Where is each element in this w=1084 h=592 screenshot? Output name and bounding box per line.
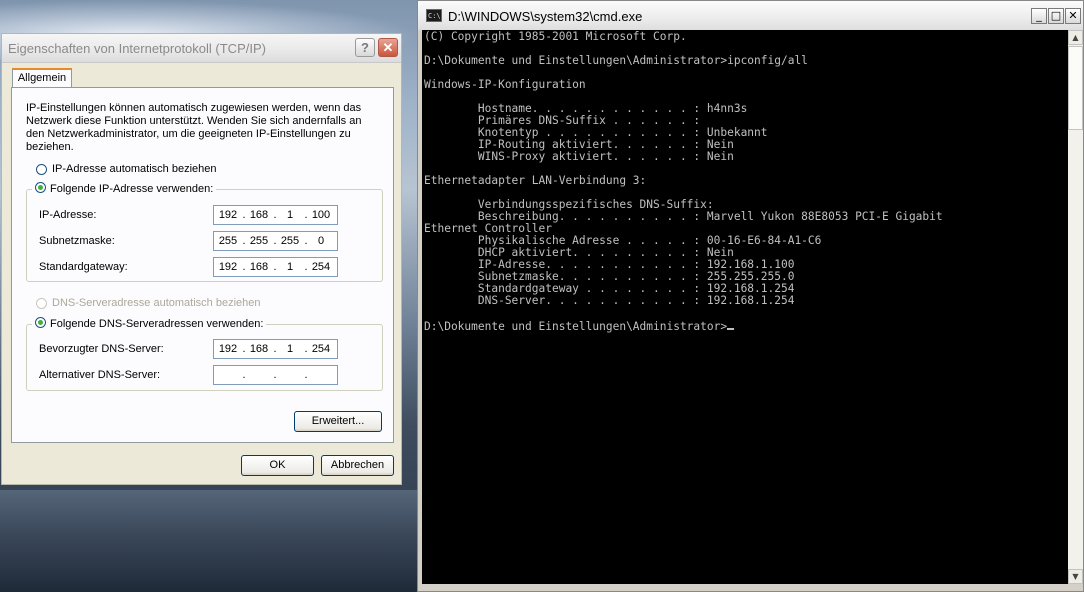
ip-octet-1: 192 xyxy=(218,209,238,221)
prompt-line: D:\Dokumente und Einstellungen\Administr… xyxy=(424,319,1066,333)
help-button[interactable]: ? xyxy=(355,38,375,57)
maximize-button[interactable]: □ xyxy=(1048,8,1064,24)
preferred-dns-field[interactable]: 192. 168. 1. 254 xyxy=(213,339,338,359)
ok-button[interactable]: OK xyxy=(241,455,314,476)
preferred-dns-label: Bevorzugter DNS-Server: xyxy=(39,343,164,355)
gateway-octet-3: 1 xyxy=(286,261,294,273)
dialog-title: Eigenschaften von Internetprotokoll (TCP… xyxy=(8,41,266,56)
subnet-mask-field[interactable]: 255. 255. 255. 0 xyxy=(213,231,338,251)
dns-manual-legend: Folgende DNS-Serveradressen verwenden: xyxy=(32,317,267,330)
ip-address-field[interactable]: 192. 168. 1. 100 xyxy=(213,205,338,225)
ip-manual-label[interactable]: Folgende IP-Adresse verwenden: xyxy=(50,183,213,195)
alternate-dns-label: Alternativer DNS-Server: xyxy=(39,369,161,381)
console-line: DNS-Server. . . . . . . . . . . : 192.16… xyxy=(424,294,795,307)
pdns-octet-1: 192 xyxy=(218,343,238,355)
ip-address-label: IP-Adresse: xyxy=(39,209,97,221)
gateway-octet-4: 254 xyxy=(311,261,331,273)
pdns-octet-4: 254 xyxy=(311,343,331,355)
ip-octet-3: 1 xyxy=(286,209,294,221)
subnet-octet-1: 255 xyxy=(218,235,238,247)
scrollbar-thumb[interactable] xyxy=(1068,46,1083,130)
console-line: WINS-Proxy aktiviert. . . . . . : Nein xyxy=(424,150,734,163)
intro-text: IP-Einstellungen können automatisch zuge… xyxy=(26,102,362,153)
minimize-button[interactable]: _ xyxy=(1031,8,1047,24)
ip-auto-label[interactable]: IP-Adresse automatisch beziehen xyxy=(52,163,216,175)
dns-manual-label[interactable]: Folgende DNS-Serveradressen verwenden: xyxy=(50,318,263,330)
console-output[interactable]: (C) Copyright 1985-2001 Microsoft Corp. … xyxy=(422,30,1068,584)
tab-allgemein[interactable]: Allgemein xyxy=(12,68,72,88)
subnet-octet-3: 255 xyxy=(280,235,300,247)
cancel-button[interactable]: Abbrechen xyxy=(321,455,394,476)
gateway-octet-1: 192 xyxy=(218,261,238,273)
cmd-window: C:\ D:\WINDOWS\system32\cmd.exe _ □ ✕ (C… xyxy=(417,0,1084,592)
scroll-up-arrow-icon[interactable]: ▲ xyxy=(1068,30,1083,45)
text-cursor xyxy=(727,319,735,330)
cmd-titlebar[interactable]: C:\ D:\WINDOWS\system32\cmd.exe _ □ ✕ xyxy=(418,1,1083,30)
vertical-scrollbar[interactable]: ▲ ▼ xyxy=(1068,30,1083,584)
tcpip-properties-dialog: Eigenschaften von Internetprotokoll (TCP… xyxy=(1,33,402,485)
pdns-octet-3: 1 xyxy=(286,343,294,355)
cmd-title: D:\WINDOWS\system32\cmd.exe xyxy=(448,9,643,24)
console-line: Ethernetadapter LAN-Verbindung 3: xyxy=(424,174,647,187)
alternate-dns-field[interactable]: . . . xyxy=(213,365,338,385)
gateway-field[interactable]: 192. 168. 1. 254 xyxy=(213,257,338,277)
subnet-octet-4: 0 xyxy=(317,235,325,247)
dns-auto-label[interactable]: DNS-Serveradresse automatisch beziehen xyxy=(52,297,261,309)
ip-manual-radio[interactable] xyxy=(35,182,46,193)
gateway-octet-2: 168 xyxy=(249,261,269,273)
advanced-button[interactable]: Erweitert... xyxy=(294,411,382,432)
dns-auto-radio[interactable] xyxy=(36,298,47,309)
console-line: (C) Copyright 1985-2001 Microsoft Corp. xyxy=(424,30,687,43)
console-line: D:\Dokumente und Einstellungen\Administr… xyxy=(424,54,808,67)
prompt-text: D:\Dokumente und Einstellungen\Administr… xyxy=(424,320,728,333)
subnet-label: Subnetzmaske: xyxy=(39,235,115,247)
desktop-wallpaper-sea xyxy=(0,490,420,592)
general-tab-panel: IP-Einstellungen können automatisch zuge… xyxy=(11,87,394,443)
cmd-close-button[interactable]: ✕ xyxy=(1065,8,1081,24)
gateway-label: Standardgateway: xyxy=(39,261,128,273)
console-icon: C:\ xyxy=(426,9,442,22)
ip-octet-2: 168 xyxy=(249,209,269,221)
ip-octet-4: 100 xyxy=(311,209,331,221)
scroll-down-arrow-icon[interactable]: ▼ xyxy=(1068,569,1083,584)
ip-auto-radio[interactable] xyxy=(36,164,47,175)
dns-manual-radio[interactable] xyxy=(35,317,46,328)
dialog-titlebar[interactable]: Eigenschaften von Internetprotokoll (TCP… xyxy=(2,34,401,63)
subnet-octet-2: 255 xyxy=(249,235,269,247)
pdns-octet-2: 168 xyxy=(249,343,269,355)
close-button[interactable]: ✕ xyxy=(378,38,398,57)
console-line: Windows-IP-Konfiguration xyxy=(424,78,586,91)
ip-manual-legend: Folgende IP-Adresse verwenden: xyxy=(32,182,217,195)
